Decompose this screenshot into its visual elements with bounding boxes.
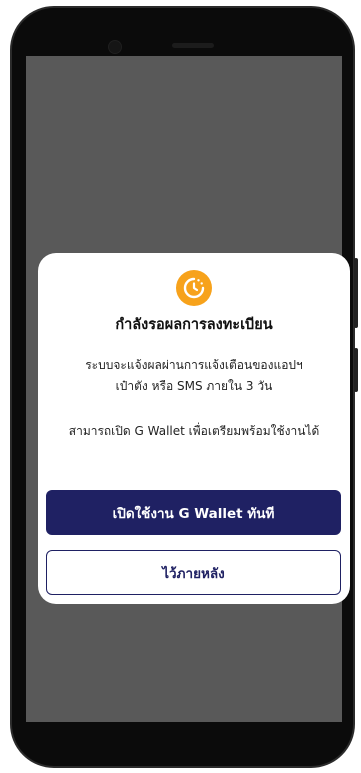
dialog-note: สามารถเปิด G Wallet เพื่อเตรียมพร้อมใช้ง… (68, 424, 320, 438)
earpiece-speaker (172, 43, 214, 48)
open-g-wallet-button[interactable]: เปิดใช้งาน G Wallet ทันที (46, 490, 341, 535)
dialog-title: กำลังรอผลการลงทะเบียน (115, 317, 273, 333)
front-camera (108, 40, 122, 54)
registration-pending-dialog: กำลังรอผลการลงทะเบียน ระบบจะแจ้งผลผ่านกา… (38, 253, 350, 604)
volume-button (354, 348, 358, 392)
later-label: ไว้ภายหลัง (162, 565, 225, 582)
power-button (354, 258, 358, 328)
clock-history-icon (176, 270, 212, 306)
dialog-message-line1: ระบบจะแจ้งผลผ่านการแจ้งเตือนของแอปฯ (85, 358, 303, 372)
dialog-message-line2: เป๋าตัง หรือ SMS ภายใน 3 วัน (115, 379, 273, 393)
later-button[interactable]: ไว้ภายหลัง (46, 550, 341, 595)
dialog-message: ระบบจะแจ้งผลผ่านการแจ้งเตือนของแอปฯ เป๋า… (38, 355, 350, 397)
open-g-wallet-label: เปิดใช้งาน G Wallet ทันที (112, 505, 275, 522)
